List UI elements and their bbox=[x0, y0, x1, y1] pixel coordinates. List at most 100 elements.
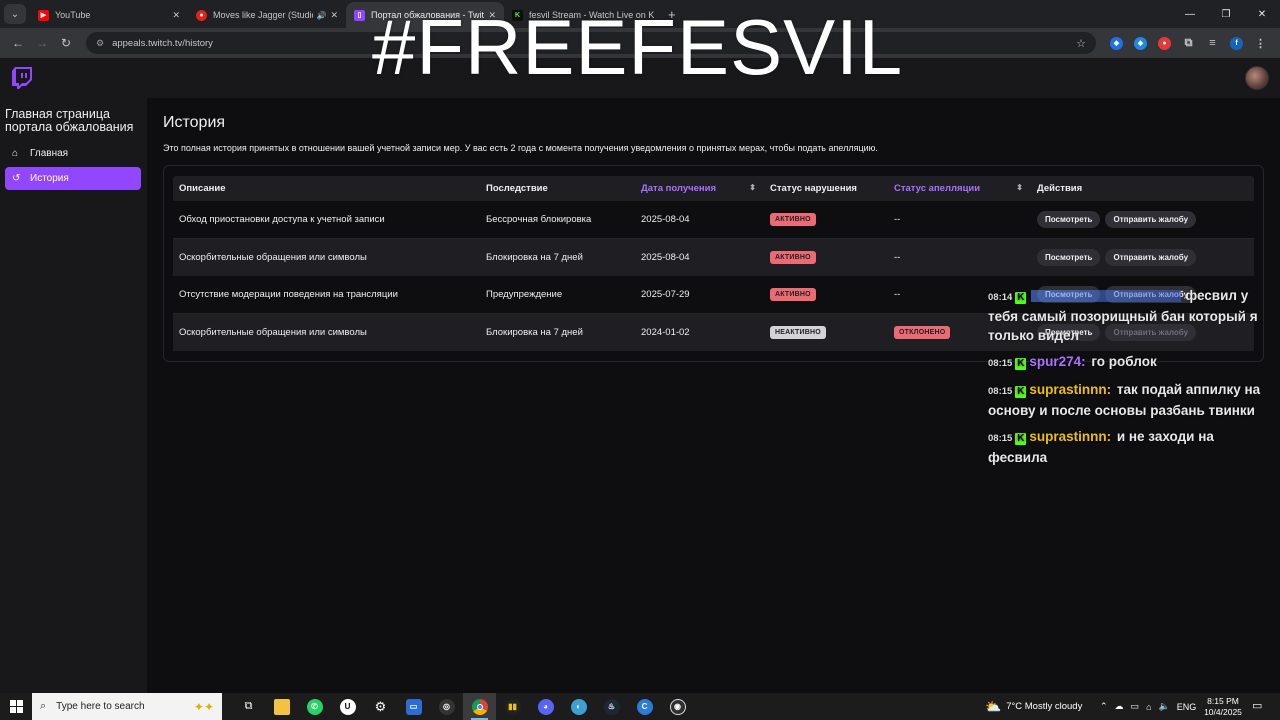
twitch-logo-icon[interactable] bbox=[12, 67, 32, 89]
whatsapp-icon[interactable]: ✆ bbox=[298, 693, 331, 720]
cloudy-weather-icon: ⛅ bbox=[985, 698, 1002, 714]
volume-icon[interactable]: 🔈 bbox=[1159, 701, 1170, 712]
appeal-status-badge: ОТКЛОНЕНО bbox=[894, 325, 951, 339]
chrome-icon[interactable] bbox=[463, 693, 496, 720]
app-icon[interactable]: ▭ bbox=[397, 693, 430, 720]
clock[interactable]: 8:15 PM 10/4/2025 bbox=[1200, 696, 1246, 718]
app-icon[interactable]: ◐ bbox=[562, 693, 595, 720]
close-tab-icon[interactable]: ✕ bbox=[330, 10, 338, 21]
menu-kebab-icon[interactable]: ⋮ bbox=[1254, 37, 1267, 50]
submit-appeal-button[interactable]: Отправить жалобу bbox=[1105, 248, 1197, 266]
extension-icon[interactable]: ● bbox=[1158, 36, 1171, 50]
bookmark-star-icon[interactable]: ☆ bbox=[1076, 37, 1086, 50]
user-avatar[interactable] bbox=[1245, 66, 1269, 90]
file-explorer-icon[interactable] bbox=[265, 693, 298, 720]
cell-date: 2024-01-02 bbox=[641, 326, 690, 338]
taskbar-search[interactable]: ⌕ Type here to search ✦✦ bbox=[32, 693, 222, 720]
view-button[interactable]: Посмотреть bbox=[1037, 210, 1101, 228]
status-badge: НЕАКТИВНО bbox=[770, 325, 826, 339]
chat-time: 08:15 bbox=[988, 358, 1013, 369]
status-badge: АКТИВНО bbox=[770, 250, 816, 264]
site-info-icon[interactable]: ⚙ bbox=[96, 38, 104, 49]
chat-message: 08:14 Kфесвил у тебя самый позорищный бан… bbox=[988, 286, 1273, 345]
search-highlight-icon: ✦✦ bbox=[193, 699, 214, 714]
notifications-icon[interactable]: ▭ bbox=[1252, 699, 1262, 712]
submit-appeal-button[interactable]: Отправить жалобу bbox=[1105, 210, 1197, 228]
sidebar-title: Главная страница портала обжалования bbox=[5, 107, 134, 134]
chat-overlay: 08:14 Kфесвил у тебя самый позорищный бан… bbox=[988, 286, 1273, 474]
header-appeal-label: Статус апелляции bbox=[894, 183, 981, 194]
header-violation-status: Статус нарушения bbox=[770, 183, 857, 194]
extension-icon[interactable]: ◆ bbox=[1134, 36, 1147, 50]
cell-consequence: Блокировка на 7 дней bbox=[486, 251, 583, 263]
chat-time: 08:15 bbox=[988, 386, 1013, 397]
windows-logo-icon bbox=[9, 700, 23, 713]
cloud-icon[interactable]: ☁ bbox=[1115, 701, 1124, 712]
unreal-engine-icon[interactable]: U bbox=[331, 693, 364, 720]
speaker-icon[interactable]: 🔊 bbox=[316, 11, 326, 20]
chat-message: 08:15 Kspur274: го роблок bbox=[988, 352, 1273, 373]
chat-time: 08:14 bbox=[988, 292, 1013, 303]
cell-description: Оскорбительные обращения или символы bbox=[179, 326, 367, 338]
cell-date: 2025-08-04 bbox=[641, 213, 690, 225]
table-row: Обход приостановки доступа к учетной зап… bbox=[173, 201, 1254, 239]
reload-icon[interactable]: ↻ bbox=[54, 31, 78, 55]
header-consequence: Последствие bbox=[486, 183, 548, 194]
discord-icon[interactable]: ◕ bbox=[529, 693, 562, 720]
cell-description: Обход приостановки доступа к учетной зап… bbox=[179, 213, 385, 225]
chat-message: 08:15 Ksuprastinnn: и не заходи на фесвил… bbox=[988, 427, 1273, 467]
tab-title: Moves like Jagger (Studio R bbox=[213, 10, 313, 20]
cell-consequence: Предупреждение bbox=[486, 288, 563, 300]
back-icon[interactable]: ← bbox=[6, 31, 30, 55]
extension-icon[interactable]: ◆ bbox=[1110, 36, 1123, 50]
task-view-icon[interactable]: ⧉ bbox=[232, 693, 265, 720]
weather-text: 7°C Mostly cloudy bbox=[1006, 701, 1083, 712]
chat-username: suprastinnn: bbox=[1029, 382, 1112, 397]
header-appeal-status-sort[interactable]: Статус апелляции ⬍ bbox=[888, 183, 1031, 194]
page-title: История bbox=[163, 114, 226, 131]
taskbar-apps: ⧉ ✆ U ⚙ ▭ ◎ ▮▮ ◕ ◐ ♨ C ◉ bbox=[232, 693, 694, 720]
minimize-icon[interactable]: — bbox=[1172, 0, 1208, 28]
cell-description: Отсутствие модерации поведения на трансл… bbox=[179, 288, 398, 300]
steam-icon[interactable]: ♨ bbox=[595, 693, 628, 720]
sidebar-item-history[interactable]: ↺ История bbox=[5, 167, 141, 190]
cell-consequence: Блокировка на 7 дней bbox=[486, 326, 583, 338]
twitch-favicon-icon: ▯ bbox=[354, 9, 365, 21]
restore-icon[interactable]: ❐ bbox=[1208, 0, 1244, 28]
clock-time: 8:15 PM bbox=[1207, 696, 1239, 706]
settings-gear-icon[interactable]: ⚙ bbox=[364, 693, 397, 720]
forward-icon[interactable]: → bbox=[30, 31, 54, 55]
puzzle-icon[interactable]: ⧉ bbox=[1182, 37, 1195, 50]
home-icon: ⌂ bbox=[12, 148, 19, 159]
chevron-up-icon[interactable]: ⌃ bbox=[1100, 701, 1108, 712]
media-control-icon[interactable]: ≡ bbox=[1206, 37, 1219, 50]
kick-badge-icon: K bbox=[1015, 433, 1027, 445]
obscured-username bbox=[1031, 290, 1182, 303]
tab-youtube[interactable]: ▶ YouTube ✕ bbox=[30, 2, 188, 28]
app-icon[interactable]: ▮▮ bbox=[496, 693, 529, 720]
obs-icon[interactable]: ◉ bbox=[661, 693, 694, 720]
cell-consequence: Бессрочная блокировка bbox=[486, 213, 592, 225]
history-icon: ↺ bbox=[12, 173, 21, 184]
close-tab-icon[interactable]: ✕ bbox=[172, 10, 180, 21]
start-button[interactable] bbox=[0, 693, 32, 720]
search-icon: ⌕ bbox=[40, 700, 47, 712]
sidebar-item-home[interactable]: ⌂ Главная bbox=[5, 142, 141, 165]
page-description: Это полная история принятых в отношении … bbox=[163, 143, 878, 153]
app-icon[interactable]: C bbox=[628, 693, 661, 720]
tab-moves-like-jagger[interactable]: ● Moves like Jagger (Studio R 🔊 ✕ bbox=[188, 2, 346, 28]
app-icon[interactable]: ◎ bbox=[430, 693, 463, 720]
tab-title: YouTube bbox=[55, 10, 91, 20]
language-indicator[interactable]: ENG bbox=[1177, 702, 1197, 712]
windows-taskbar: ⌕ Type here to search ✦✦ ⧉ ✆ U ⚙ ▭ ◎ ▮▮ … bbox=[0, 693, 1280, 720]
battery-icon[interactable]: ▭ bbox=[1131, 701, 1140, 712]
chat-text: го роблок bbox=[1091, 354, 1157, 369]
close-window-icon[interactable]: ✕ bbox=[1244, 0, 1280, 28]
profile-icon[interactable]: f bbox=[1230, 36, 1243, 50]
header-date-sort[interactable]: Дата получения ⬍ bbox=[635, 183, 764, 194]
network-icon[interactable]: ⌂ bbox=[1146, 702, 1151, 712]
weather-widget[interactable]: ⛅ 7°C Mostly cloudy bbox=[985, 693, 1082, 720]
header-date-label: Дата получения bbox=[641, 183, 717, 194]
tab-search-button[interactable]: ⌄ bbox=[4, 4, 26, 24]
view-button[interactable]: Посмотреть bbox=[1037, 248, 1101, 266]
